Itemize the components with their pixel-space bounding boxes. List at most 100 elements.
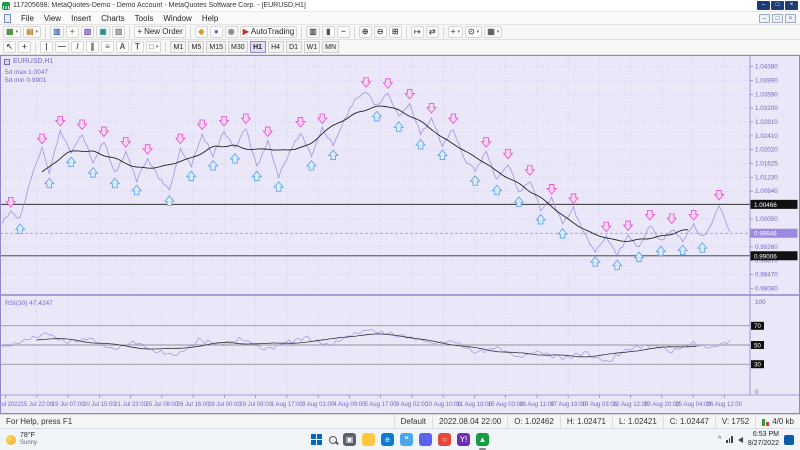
crosshair-button[interactable]: +: [18, 41, 31, 53]
auto-scroll-button[interactable]: ↦: [411, 26, 424, 38]
svg-text:15 Jul 22:00: 15 Jul 22:00: [21, 402, 54, 408]
menu-file[interactable]: File: [16, 14, 39, 23]
periods-dropdown-arrow[interactable]: ▾: [477, 30, 480, 35]
close-button[interactable]: ×: [785, 1, 798, 10]
taskbar-clock[interactable]: 6:53 PM 8/27/2022: [748, 431, 779, 447]
taskbar-app-discord[interactable]: [419, 433, 432, 446]
chart-close-button[interactable]: ×: [785, 14, 796, 23]
status-profile[interactable]: Default: [394, 415, 432, 428]
indicators-button[interactable]: +▾: [448, 26, 463, 38]
notifications-badge[interactable]: [784, 435, 794, 445]
timeframe-w1[interactable]: W1: [304, 41, 321, 53]
taskbar-app-metatrader[interactable]: ▲: [476, 433, 489, 446]
alerts-button[interactable]: ◉: [225, 26, 238, 38]
svg-text:1.02410: 1.02410: [755, 133, 778, 140]
svg-text:1.03990: 1.03990: [755, 77, 778, 84]
arrows-tool-button[interactable]: □▾: [146, 41, 161, 53]
start-button[interactable]: [311, 434, 323, 446]
toolbar-separator: [129, 27, 130, 38]
svg-text:0.98470: 0.98470: [755, 272, 778, 279]
community-button[interactable]: ●: [210, 26, 223, 38]
zoom-out-button[interactable]: ⊖: [374, 26, 387, 38]
timeframe-m1[interactable]: M1: [170, 41, 186, 53]
profiles-dropdown-arrow[interactable]: ▾: [36, 30, 39, 35]
horizontal-line-button[interactable]: —: [55, 41, 69, 53]
strategy-tester-button[interactable]: ▨: [112, 26, 126, 38]
templates-button[interactable]: ▦▾: [484, 26, 502, 38]
menu-insert[interactable]: Insert: [66, 14, 96, 23]
timeframe-m5[interactable]: M5: [188, 41, 204, 53]
sun-icon: [6, 435, 16, 445]
toolbar-separator: [354, 27, 355, 38]
taskbar-app-task-view[interactable]: ▣: [343, 433, 356, 446]
weather-widget[interactable]: 78°F Sunny: [6, 432, 37, 446]
profiles-button[interactable]: ▤▾: [23, 26, 41, 38]
minimize-button[interactable]: –: [757, 1, 770, 10]
price-chart-svg[interactable]: 14 Jul 202215 Jul 22:0019 Jul 07:0020 Ju…: [0, 55, 800, 414]
svg-text:19 Jul 07:00: 19 Jul 07:00: [52, 402, 85, 408]
speaker-icon[interactable]: [738, 437, 743, 443]
chart-restore-button[interactable]: □: [772, 14, 783, 23]
chart-bars-button[interactable]: ▥: [306, 26, 320, 38]
zoom-out-icon: ⊖: [377, 28, 384, 36]
menu-help[interactable]: Help: [197, 14, 223, 23]
maximize-button[interactable]: □: [771, 1, 784, 10]
chart-line-button[interactable]: ~: [337, 26, 350, 38]
timeframe-h1[interactable]: H1: [250, 41, 266, 53]
menu-tools[interactable]: Tools: [130, 14, 159, 23]
timeframe-h4[interactable]: H4: [268, 41, 284, 53]
menu-window[interactable]: Window: [158, 14, 196, 23]
text-label-button[interactable]: T: [131, 41, 144, 53]
autotrading-button[interactable]: ▶AutoTrading: [240, 26, 297, 38]
chart-doc-icon: [4, 14, 11, 23]
text-label-icon: T: [135, 43, 140, 51]
taskbar-app-chat[interactable]: ❝: [400, 433, 413, 446]
new-chart-button[interactable]: ▦▾: [3, 26, 21, 38]
indicators-dropdown-arrow[interactable]: ▾: [457, 30, 460, 35]
data-window-button[interactable]: +: [66, 26, 79, 38]
timeframe-m15[interactable]: M15: [206, 41, 226, 53]
menu-view[interactable]: View: [39, 14, 66, 23]
new-order-button[interactable]: +New Order: [134, 26, 185, 38]
svg-text:21 Jul 23:00: 21 Jul 23:00: [114, 402, 147, 408]
arrows-tool-icon: □: [149, 43, 154, 51]
toolbar-separator: [45, 27, 46, 38]
toolbar-separator: [190, 27, 191, 38]
svg-text:1.01625: 1.01625: [755, 161, 778, 168]
vertical-line-button[interactable]: |: [40, 41, 53, 53]
status-open: O: 1.02462: [507, 415, 560, 428]
trendline-button[interactable]: /: [71, 41, 84, 53]
periods-button[interactable]: ⊙▾: [465, 26, 482, 38]
market-watch-icon: ▥: [53, 28, 61, 36]
zoom-in-button[interactable]: ⊕: [359, 26, 372, 38]
text-button[interactable]: A: [116, 41, 129, 53]
timeframe-d1[interactable]: D1: [286, 41, 302, 53]
chart-candles-button[interactable]: ▮: [322, 26, 335, 38]
menu-charts[interactable]: Charts: [96, 14, 130, 23]
metaeditor-button[interactable]: ◆: [195, 26, 208, 38]
taskbar-app-yahoo[interactable]: Y!: [457, 433, 470, 446]
new-order-icon: +: [137, 28, 142, 36]
taskbar-app-chrome[interactable]: ○: [438, 433, 451, 446]
toolbar-separator: [35, 42, 36, 53]
navigator-button[interactable]: ▧: [81, 26, 95, 38]
arrows-tool-dropdown-arrow[interactable]: ▾: [156, 45, 159, 50]
cursor-button[interactable]: ↖: [3, 41, 16, 53]
fibonacci-button[interactable]: ≡: [101, 41, 114, 53]
chart-minimize-button[interactable]: –: [759, 14, 770, 23]
chart-shift-button[interactable]: ⇄: [426, 26, 439, 38]
tile-windows-button[interactable]: ⊞: [389, 26, 402, 38]
tray-chevron-icon[interactable]: ^: [718, 436, 721, 443]
taskbar-app-edge[interactable]: e: [381, 433, 394, 446]
templates-dropdown-arrow[interactable]: ▾: [497, 30, 500, 35]
timeframe-m30[interactable]: M30: [228, 41, 248, 53]
timeframe-mn[interactable]: MN: [322, 41, 339, 53]
equidistant-channel-icon: ∥: [91, 43, 95, 51]
menu-bar: FileViewInsertChartsToolsWindowHelp – □ …: [0, 12, 800, 25]
market-watch-button[interactable]: ▥: [50, 26, 64, 38]
search-icon[interactable]: [329, 436, 337, 444]
new-chart-dropdown-arrow[interactable]: ▾: [16, 30, 19, 35]
terminal-button[interactable]: ▣: [96, 26, 110, 38]
equidistant-channel-button[interactable]: ∥: [86, 41, 99, 53]
taskbar-app-file-explorer[interactable]: [362, 433, 375, 446]
